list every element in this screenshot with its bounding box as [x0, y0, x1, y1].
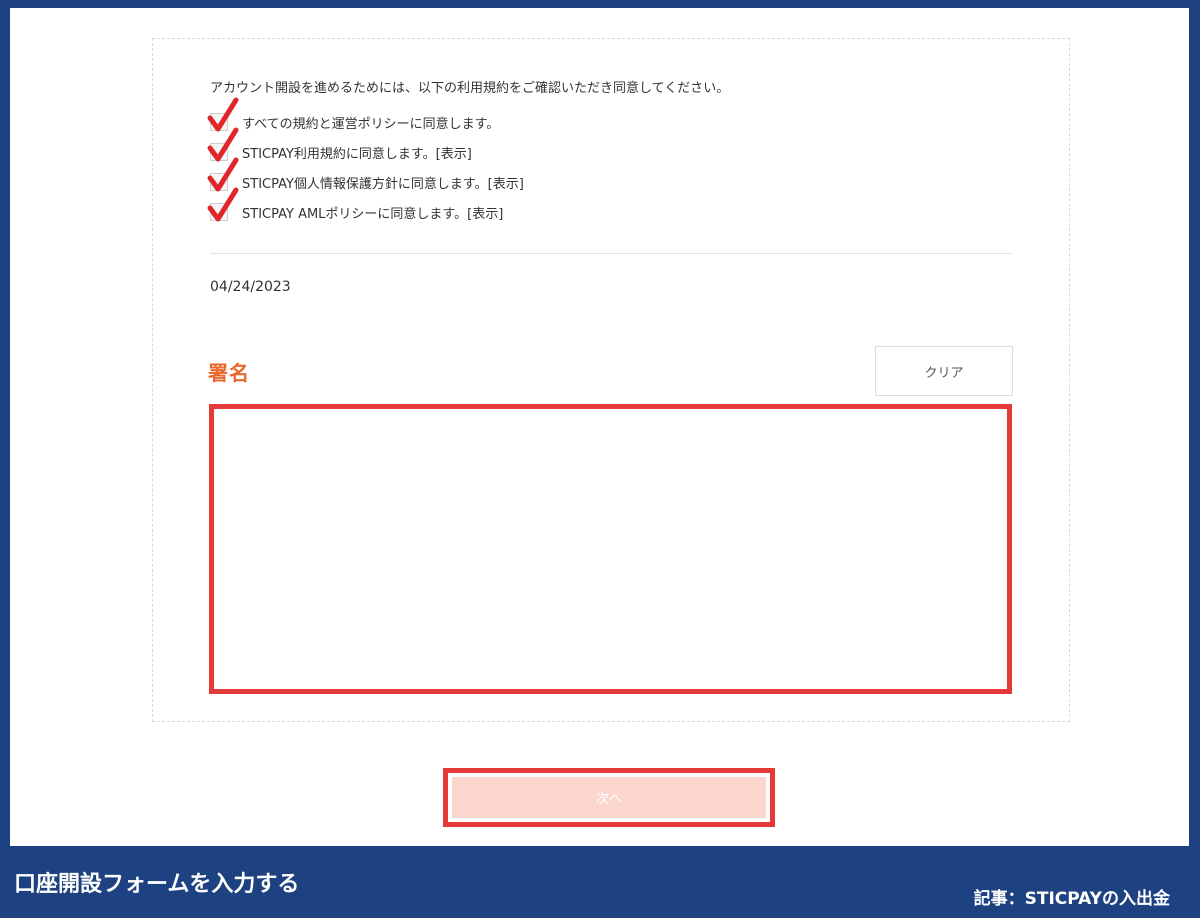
date-text: 04/24/2023: [210, 279, 291, 295]
agreement-privacy[interactable]: STICPAY個人情報保護方針に同意します。[表示]: [207, 157, 524, 197]
terms-intro-text: アカウント開設を進めるためには、以下の利用規約をご確認いただき同意してください。: [210, 81, 730, 96]
clear-button[interactable]: クリア: [875, 346, 1013, 396]
account-form: アカウント開設を進めるためには、以下の利用規約をご確認いただき同意してください。…: [152, 38, 1070, 722]
agree-terms-label: STICPAY利用規約に同意します。[表示]: [242, 146, 472, 162]
agree-all-label: すべての規約と運営ポリシーに同意します。: [242, 116, 500, 132]
checkmark-icon: [207, 187, 239, 222]
caption-source: 記事：STICPAYの入出金: [973, 889, 1170, 909]
agree-aml-label: STICPAY AMLポリシーに同意します。[表示]: [242, 206, 504, 222]
agree-aml-checkbox[interactable]: [207, 187, 239, 222]
agreement-terms[interactable]: STICPAY利用規約に同意します。[表示]: [207, 127, 524, 167]
agreement-list: すべての規約と運営ポリシーに同意します。 STICPAY利用規約に同意します。[…: [207, 97, 524, 227]
next-button[interactable]: 次へ: [452, 777, 766, 818]
agreement-all[interactable]: すべての規約と運営ポリシーに同意します。: [207, 97, 524, 137]
agree-privacy-label: STICPAY個人情報保護方針に同意します。[表示]: [242, 176, 524, 192]
agreement-aml[interactable]: STICPAY AMLポリシーに同意します。[表示]: [207, 187, 524, 227]
signature-title: 署名: [208, 361, 250, 385]
next-button-highlight: 次へ: [443, 768, 775, 827]
signature-pad[interactable]: [209, 404, 1012, 694]
section-divider: [210, 253, 1013, 254]
caption-title: 口座開設フォームを入力する: [14, 872, 300, 897]
screenshot-area: アカウント開設を進めるためには、以下の利用規約をご確認いただき同意してください。…: [10, 8, 1189, 846]
